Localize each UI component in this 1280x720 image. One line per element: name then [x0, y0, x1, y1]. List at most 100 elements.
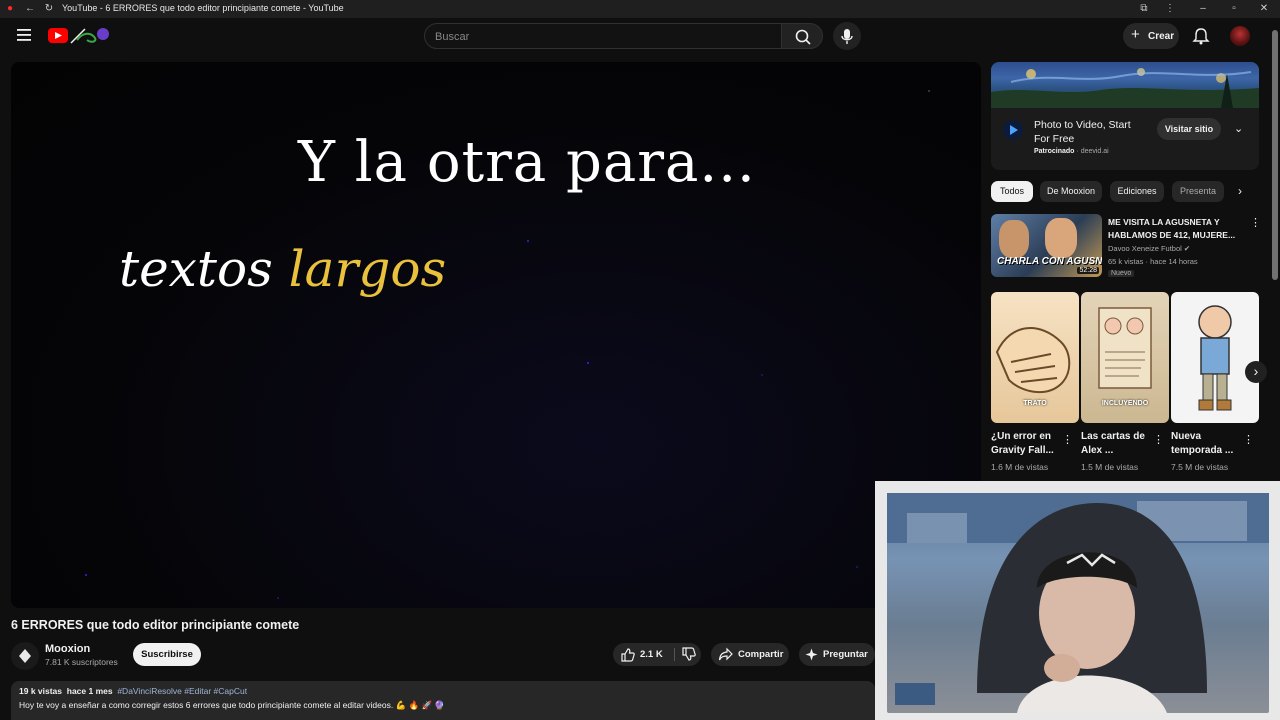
ad-banner-image[interactable]: [991, 62, 1259, 108]
youtube-logo[interactable]: [47, 26, 111, 46]
short-title[interactable]: Nueva temporada ...: [1171, 430, 1245, 458]
more-options-icon[interactable]: ⋮: [1243, 433, 1254, 446]
browser-title-bar: ● ← ↻ YouTube - 6 ERRORES que todo edito…: [0, 0, 1280, 18]
thumb-person: [999, 220, 1029, 258]
more-options-icon[interactable]: ⋮: [1153, 433, 1164, 446]
minimize-icon[interactable]: –: [1197, 3, 1209, 15]
short-caption: INCLUYENDO: [1101, 400, 1149, 407]
particle: [761, 374, 763, 376]
upload-age: hace 1 mes: [66, 686, 113, 696]
youtube-favicon-icon: ●: [6, 3, 14, 14]
user-avatar[interactable]: [1230, 26, 1250, 46]
dislike-button[interactable]: [677, 643, 701, 666]
channel-avatar[interactable]: [11, 642, 39, 670]
character-illustration: [1198, 305, 1232, 411]
chevron-down-icon[interactable]: ⌄: [1234, 122, 1243, 135]
subscribe-button[interactable]: Suscribirse: [133, 643, 201, 666]
hashtags[interactable]: #DaVinciResolve #Editar #CapCut: [117, 686, 247, 696]
short-views: 1.6 M de vistas: [991, 462, 1049, 472]
notifications-bell-icon[interactable]: [1192, 27, 1210, 45]
particle: [277, 597, 279, 599]
share-icon: [718, 647, 733, 661]
divider: [674, 648, 675, 661]
thumbnail-text: CHARLA CON AGUSN: [997, 256, 1102, 267]
browser-menu-icon[interactable]: ⋮: [1164, 3, 1176, 15]
recommended-stats: 65 k vistas · hace 14 horas: [1108, 257, 1198, 266]
create-label: Crear: [1148, 31, 1175, 42]
short-thumbnail[interactable]: [1171, 292, 1259, 423]
thumbs-up-icon: [621, 648, 635, 662]
ad-logo: [1003, 120, 1023, 140]
view-count: 19 k vistas: [19, 686, 63, 696]
extensions-icon[interactable]: ⧉: [1138, 3, 1150, 15]
search-icon: [795, 29, 811, 45]
description-box[interactable]: 19 k vistas hace 1 mes #DaVinciResolve #…: [11, 681, 875, 720]
verified-check-icon: ✔: [1183, 244, 1191, 253]
webcam-feed: [887, 493, 1269, 713]
chip-de-mooxion[interactable]: De Mooxion: [1040, 181, 1102, 202]
video-overlay-line2: textos largos: [119, 240, 446, 298]
reload-icon[interactable]: ↻: [43, 3, 55, 15]
like-dislike-group: 2.1 K: [613, 643, 701, 666]
particle: [527, 240, 529, 242]
recommended-thumbnail[interactable]: CHARLA CON AGUSN 52:28: [991, 214, 1102, 277]
video-title: 6 ERRORES que todo editor principiante c…: [11, 618, 300, 632]
more-options-icon[interactable]: ⋮: [1250, 216, 1261, 229]
window-title: YouTube - 6 ERRORES que todo editor prin…: [62, 3, 344, 13]
create-button[interactable]: + Crear: [1123, 23, 1179, 49]
short-thumbnail[interactable]: TRATO: [991, 292, 1079, 423]
hamburger-menu-icon[interactable]: [16, 28, 32, 42]
ask-label: Preguntar: [823, 649, 868, 660]
thumb-person: [1045, 218, 1077, 258]
search-button[interactable]: [781, 23, 823, 49]
channel-name[interactable]: Mooxion: [45, 643, 90, 655]
sponsored-ad[interactable]: Photo to Video, Start For Free Patrocina…: [991, 62, 1259, 170]
chip-ediciones[interactable]: Ediciones: [1110, 181, 1164, 202]
close-icon[interactable]: ✕: [1258, 3, 1270, 15]
thumbs-down-icon: [682, 647, 696, 661]
back-icon[interactable]: ←: [24, 3, 36, 15]
ad-domain: deevid.ai: [1080, 148, 1109, 155]
sponsored-label: Patrocinado: [1034, 148, 1075, 155]
short-views: 1.5 M de vistas: [1081, 462, 1139, 472]
visit-site-button[interactable]: Visitar sitio: [1157, 118, 1221, 140]
particle: [85, 574, 87, 576]
short-views: 7.5 M de vistas: [1171, 462, 1229, 472]
video-duration: 52:28: [1077, 267, 1099, 274]
chip-presenta[interactable]: Presenta: [1172, 181, 1224, 202]
recommended-channel[interactable]: Davoo Xeneize Futbol ✔: [1108, 244, 1190, 253]
share-label: Compartir: [738, 649, 784, 660]
more-options-icon[interactable]: ⋮: [1062, 433, 1073, 446]
video-overlay-line1: Y la otra para...: [298, 130, 756, 195]
search-input[interactable]: Buscar: [424, 23, 782, 49]
ad-title[interactable]: Photo to Video, Start For Free: [1034, 118, 1149, 146]
streamer-scene: [887, 493, 1269, 713]
short-thumbnail[interactable]: INCLUYENDO: [1081, 292, 1169, 423]
page-scrollbar[interactable]: [1272, 30, 1278, 280]
sparkle-icon: [805, 648, 818, 661]
shorts-next-arrow-icon[interactable]: ›: [1245, 361, 1267, 383]
new-badge: Nuevo: [1108, 270, 1135, 277]
particle: [587, 362, 589, 364]
particle: [856, 566, 858, 568]
short-caption: TRATO: [1023, 400, 1047, 407]
video-player[interactable]: Y la otra para... textos largos: [11, 62, 981, 608]
chip-todos[interactable]: Todos: [991, 181, 1033, 202]
description-text: Hoy te voy a enseñar a como corregir est…: [19, 700, 445, 710]
microphone-icon: [841, 29, 853, 44]
ad-sponsor-line: Patrocinado · deevid.ai: [1034, 148, 1109, 155]
masthead: Buscar + Crear: [0, 18, 1280, 54]
short-title[interactable]: ¿Un error en Gravity Fall...: [991, 430, 1065, 458]
recommended-channel-name: Davoo Xeneize Futbol: [1108, 244, 1182, 253]
share-button[interactable]: Compartir: [711, 643, 789, 666]
recommended-title[interactable]: ME VISITA LA AGUSNETA Y HABLAMOS DE 412,…: [1108, 216, 1240, 242]
particle: [928, 90, 930, 92]
chips-next-chevron-icon[interactable]: ›: [1238, 184, 1242, 198]
subscriber-count: 7.81 K suscriptores: [45, 657, 118, 667]
maximize-icon[interactable]: ▫: [1228, 3, 1240, 15]
voice-search-button[interactable]: [833, 22, 861, 50]
like-button[interactable]: 2.1 K: [613, 643, 673, 666]
short-title[interactable]: Las cartas de Alex ...: [1081, 430, 1155, 458]
plus-icon: +: [1131, 26, 1140, 43]
ask-button[interactable]: Preguntar: [799, 643, 875, 666]
